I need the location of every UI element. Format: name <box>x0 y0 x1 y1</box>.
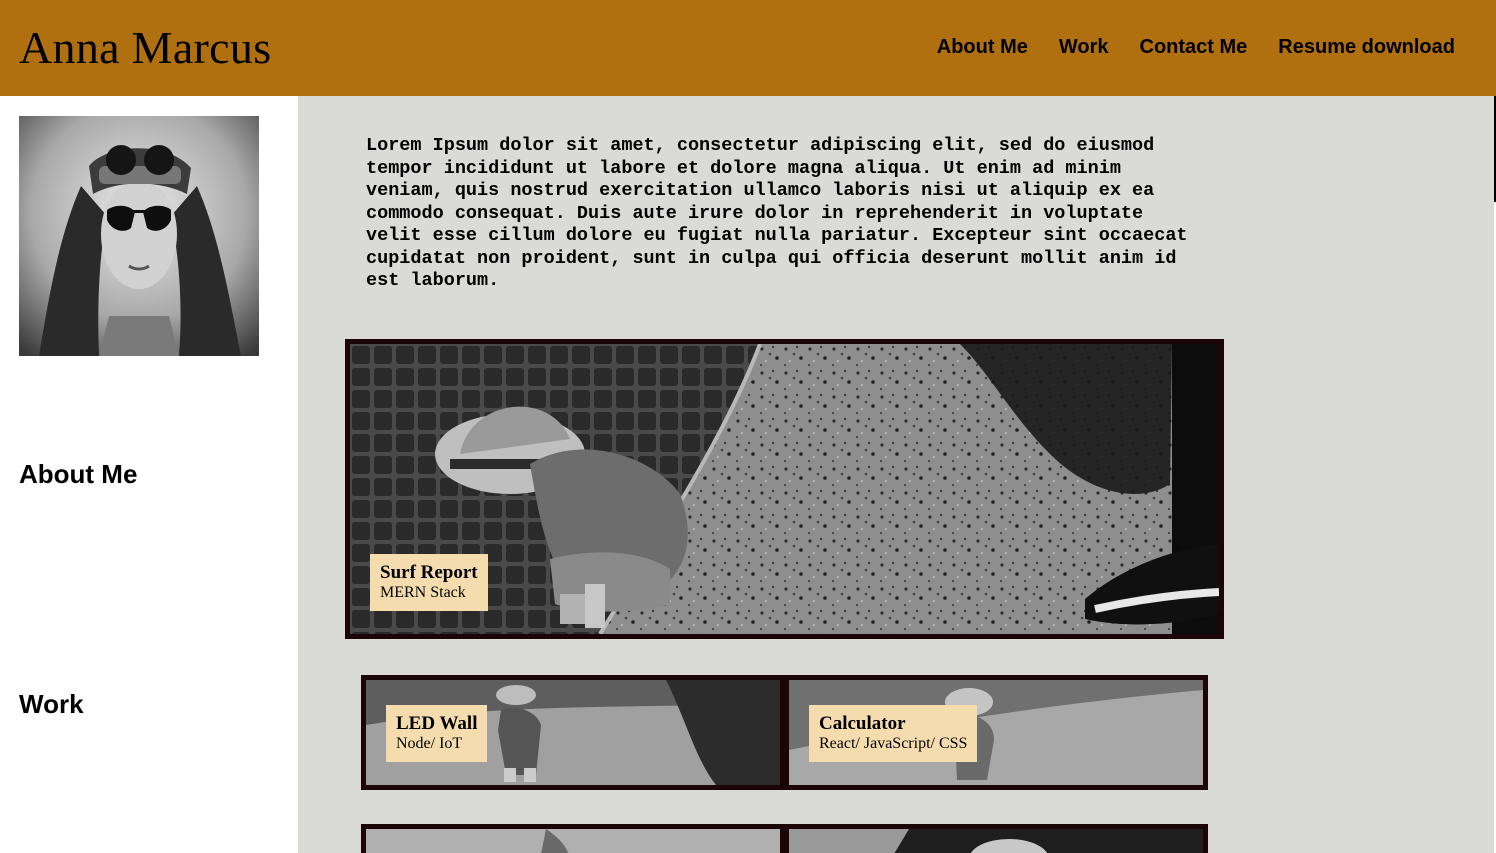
project-stack: MERN Stack <box>380 584 466 601</box>
project-title: LED Wall <box>396 713 478 734</box>
project-image <box>366 829 780 853</box>
project-card-led-wall[interactable]: LED Wall Node/ IoT <box>361 675 785 790</box>
nav-contact-me[interactable]: Contact Me <box>1140 33 1248 61</box>
project-card-surf-report[interactable]: Surf Report MERN Stack <box>345 339 1224 639</box>
project-card[interactable] <box>784 824 1208 853</box>
site-title[interactable]: Anna Marcus <box>19 22 271 74</box>
project-card-calculator[interactable]: Calculator React/ JavaScript/ CSS <box>784 675 1208 790</box>
intro-text: Lorem Ipsum dolor sit amet, consectetur … <box>366 135 1188 291</box>
project-card[interactable] <box>361 824 785 853</box>
nav-resume-download[interactable]: Resume download <box>1278 33 1455 61</box>
sidebar: About Me Work <box>0 96 298 853</box>
main-nav: About Me Work Contact Me Resume download <box>937 33 1455 61</box>
avatar <box>19 116 259 356</box>
project-label: Calculator React/ JavaScript/ CSS <box>809 705 978 762</box>
project-stack: Node/ IoT <box>396 735 463 752</box>
sidebar-heading-about-me[interactable]: About Me <box>19 458 137 490</box>
nav-about-me[interactable]: About Me <box>937 33 1028 61</box>
project-title: Surf Report <box>380 562 478 583</box>
sidebar-heading-work[interactable]: Work <box>19 688 84 720</box>
project-title: Calculator <box>819 713 906 734</box>
project-image <box>789 829 1203 853</box>
project-label: LED Wall Node/ IoT <box>386 705 488 762</box>
project-label: Surf Report MERN Stack <box>370 554 488 611</box>
project-stack: React/ JavaScript/ CSS <box>819 735 968 752</box>
nav-work[interactable]: Work <box>1059 33 1109 61</box>
site-header: Anna Marcus About Me Work Contact Me Res… <box>0 0 1496 96</box>
main-content: Lorem Ipsum dolor sit amet, consectetur … <box>298 96 1494 853</box>
